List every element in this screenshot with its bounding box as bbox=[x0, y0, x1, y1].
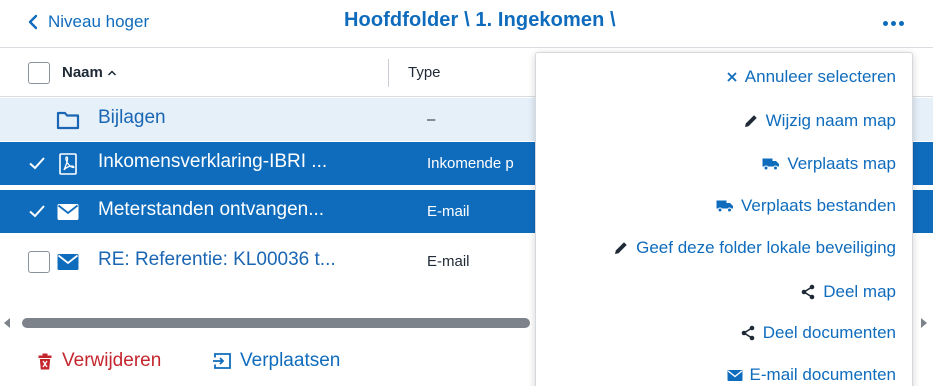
row-type: E-mail bbox=[427, 203, 470, 220]
menu-item-local-security[interactable]: Geef deze folder lokale beveiliging bbox=[613, 236, 896, 260]
move-button[interactable]: Verplaatsen bbox=[212, 350, 340, 372]
page-title: Hoofdfolder \ 1. Ingekomen \ bbox=[344, 9, 616, 31]
close-icon bbox=[727, 72, 737, 82]
sort-ascending-icon bbox=[107, 69, 116, 76]
menu-item-rename-folder[interactable]: Wijzig naam map bbox=[743, 109, 896, 133]
truck-icon bbox=[716, 200, 733, 213]
back-button[interactable]: Niveau hoger bbox=[28, 10, 149, 34]
pdf-icon bbox=[59, 153, 77, 175]
chevron-left-icon bbox=[28, 14, 38, 30]
scroll-left-icon[interactable] bbox=[4, 318, 10, 328]
more-horizontal-icon bbox=[882, 20, 888, 26]
menu-item-label: Verplaats bestanden bbox=[740, 196, 896, 215]
menu-item-share-documents[interactable]: Deel documenten bbox=[740, 321, 896, 345]
menu-item-email-documents[interactable]: E-mail documenten bbox=[727, 363, 896, 386]
column-divider[interactable] bbox=[388, 59, 389, 87]
scroll-right-icon[interactable] bbox=[921, 318, 927, 328]
column-header-name[interactable]: Naam bbox=[62, 64, 117, 81]
check-icon[interactable] bbox=[28, 155, 46, 171]
actions-menu: Annuleer selecteren Wijzig naam map Verp… bbox=[535, 52, 913, 386]
menu-item-label: Annuleer selecteren bbox=[744, 67, 896, 86]
pencil-icon bbox=[744, 115, 757, 127]
mail-icon bbox=[57, 204, 79, 220]
menu-item-label: Deel map bbox=[823, 282, 896, 301]
mail-icon bbox=[57, 254, 79, 270]
menu-item-cancel-selection[interactable]: Annuleer selecteren bbox=[726, 65, 896, 89]
pencil-icon bbox=[615, 242, 627, 254]
top-bar: Niveau hoger Hoofdfolder \ 1. Ingekomen … bbox=[0, 0, 933, 48]
delete-button[interactable]: Verwijderen bbox=[38, 350, 161, 372]
row-checkbox[interactable] bbox=[28, 251, 50, 273]
row-type: – bbox=[427, 111, 436, 128]
truck-icon bbox=[762, 158, 780, 171]
trash-icon bbox=[38, 353, 52, 369]
row-name: RE: Referentie: KL00036 t... bbox=[98, 249, 336, 270]
menu-item-label: Deel documenten bbox=[762, 323, 896, 342]
scrollbar-thumb[interactable] bbox=[22, 318, 530, 328]
menu-item-label: Wijzig naam map bbox=[765, 111, 896, 130]
column-header-type[interactable]: Type bbox=[408, 64, 441, 81]
share-icon bbox=[801, 284, 815, 300]
back-label: Niveau hoger bbox=[48, 12, 150, 31]
check-icon[interactable] bbox=[28, 203, 46, 219]
row-name: Bijlagen bbox=[98, 107, 166, 128]
share-icon bbox=[741, 325, 755, 341]
column-name-label: Naam bbox=[62, 64, 103, 81]
move-label: Verplaatsen bbox=[240, 350, 341, 371]
more-button[interactable] bbox=[878, 13, 908, 33]
mail-icon bbox=[727, 369, 743, 381]
move-to-icon bbox=[213, 353, 231, 369]
folder-icon bbox=[56, 111, 80, 130]
delete-label: Verwijderen bbox=[62, 350, 162, 371]
row-name: Inkomensverklaring-IBRI ... bbox=[98, 151, 328, 172]
row-name: Meterstanden ontvangen... bbox=[98, 199, 325, 220]
menu-item-move-folder[interactable]: Verplaats map bbox=[762, 152, 896, 176]
menu-item-label: E-mail documenten bbox=[749, 365, 896, 384]
menu-item-label: Geef deze folder lokale beveiliging bbox=[636, 238, 896, 257]
menu-item-move-files[interactable]: Verplaats bestanden bbox=[716, 194, 896, 218]
row-type: E-mail bbox=[427, 253, 470, 270]
row-type: Inkomende p bbox=[427, 155, 514, 172]
select-all-checkbox[interactable] bbox=[28, 62, 50, 84]
menu-item-label: Verplaats map bbox=[787, 154, 896, 173]
menu-item-share-folder[interactable]: Deel map bbox=[800, 280, 896, 304]
